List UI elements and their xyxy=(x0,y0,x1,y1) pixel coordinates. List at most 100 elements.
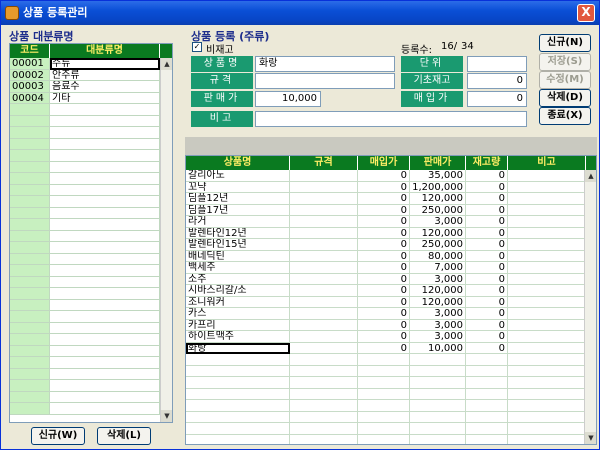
product-cell-note[interactable] xyxy=(508,400,586,412)
product-cell-sell[interactable] xyxy=(410,400,466,412)
exit-button[interactable]: 종료(X) xyxy=(539,107,591,125)
product-cell-stock[interactable]: 0 xyxy=(466,239,508,251)
product-cell-spec[interactable] xyxy=(290,181,358,193)
product-cell-stock[interactable]: 0 xyxy=(466,216,508,228)
product-cell-sell[interactable]: 35,000 xyxy=(410,170,466,182)
category-row[interactable] xyxy=(10,357,172,369)
product-cell-sell[interactable] xyxy=(410,423,466,435)
product-cell-note[interactable] xyxy=(508,262,586,274)
category-row[interactable] xyxy=(10,196,172,208)
product-row[interactable]: 하이트맥주 0 3,000 0 xyxy=(186,331,596,343)
product-cell-spec[interactable] xyxy=(290,285,358,297)
category-row[interactable] xyxy=(10,242,172,254)
product-cell-name[interactable]: 소주 xyxy=(186,273,290,285)
product-cell-note[interactable] xyxy=(508,227,586,239)
product-cell-note[interactable] xyxy=(508,181,586,193)
product-cell-stock[interactable] xyxy=(466,388,508,400)
no-stock-checkbox[interactable]: ✓ xyxy=(192,42,202,52)
product-cell-sell[interactable] xyxy=(410,354,466,366)
category-cell-name[interactable] xyxy=(50,288,160,300)
title-bar[interactable]: 상품 등록관리 X xyxy=(1,1,599,25)
category-col-code[interactable]: 코드 xyxy=(10,44,50,58)
product-cell-buy[interactable]: 0 xyxy=(358,216,410,228)
category-cell-name[interactable] xyxy=(50,345,160,357)
category-cell-code[interactable] xyxy=(10,219,50,231)
product-cell-buy[interactable]: 0 xyxy=(358,285,410,297)
category-row[interactable] xyxy=(10,230,172,242)
category-cell-code[interactable]: 00003 xyxy=(10,81,50,93)
category-cell-code[interactable]: 00002 xyxy=(10,69,50,81)
product-row[interactable]: 화랑 0 10,000 0 xyxy=(186,342,596,354)
category-row[interactable] xyxy=(10,138,172,150)
category-row[interactable]: 00002 안주류 xyxy=(10,69,172,81)
product-cell-buy[interactable] xyxy=(358,400,410,412)
category-cell-code[interactable] xyxy=(10,138,50,150)
product-cell-buy[interactable]: 0 xyxy=(358,239,410,251)
product-grid[interactable]: 상품명 규격 매입가 판매가 재고량 비고 갈리아노 0 35,000 0 꼬냑 0 1,2… xyxy=(185,155,597,445)
category-cell-name[interactable] xyxy=(50,276,160,288)
category-cell-name[interactable] xyxy=(50,334,160,346)
product-row[interactable]: 갈리아노 0 35,000 0 xyxy=(186,170,596,182)
product-cell-note[interactable] xyxy=(508,239,586,251)
product-cell-note[interactable] xyxy=(508,273,586,285)
category-row[interactable] xyxy=(10,345,172,357)
product-cell-stock[interactable] xyxy=(466,411,508,423)
product-cell-sell[interactable]: 3,000 xyxy=(410,331,466,343)
category-cell-name[interactable] xyxy=(50,265,160,277)
category-cell-code[interactable]: 00004 xyxy=(10,92,50,104)
category-row[interactable]: 00001 주류 xyxy=(10,58,172,70)
product-cell-stock[interactable]: 0 xyxy=(466,342,508,354)
product-cell-note[interactable] xyxy=(508,354,586,366)
product-cell-name[interactable]: 배네딕틴 xyxy=(186,250,290,262)
category-row[interactable]: 00004 기타 xyxy=(10,92,172,104)
product-row[interactable]: 발렌타인15년 0 250,000 0 xyxy=(186,239,596,251)
category-cell-code[interactable] xyxy=(10,403,50,415)
category-row[interactable]: 00003 음료수 xyxy=(10,81,172,93)
category-cell-name[interactable]: 음료수 xyxy=(50,81,160,93)
product-cell-stock[interactable]: 0 xyxy=(466,273,508,285)
product-row[interactable]: 딤플17년 0 250,000 0 xyxy=(186,204,596,216)
category-row[interactable] xyxy=(10,207,172,219)
product-cell-spec[interactable] xyxy=(290,273,358,285)
product-row[interactable]: 딤플12년 0 120,000 0 xyxy=(186,193,596,205)
category-cell-name[interactable] xyxy=(50,196,160,208)
category-row[interactable] xyxy=(10,115,172,127)
category-cell-code[interactable] xyxy=(10,253,50,265)
category-cell-name[interactable] xyxy=(50,173,160,185)
product-cell-buy[interactable]: 0 xyxy=(358,227,410,239)
product-cell-spec[interactable] xyxy=(290,434,358,444)
product-row[interactable] xyxy=(186,388,596,400)
product-cell-name[interactable] xyxy=(186,434,290,444)
category-row[interactable] xyxy=(10,334,172,346)
product-cell-stock[interactable]: 0 xyxy=(466,181,508,193)
product-cell-name[interactable]: 하이트맥주 xyxy=(186,331,290,343)
category-row[interactable] xyxy=(10,184,172,196)
product-cell-buy[interactable] xyxy=(358,354,410,366)
category-row[interactable] xyxy=(10,311,172,323)
product-cell-name[interactable]: 딤플12년 xyxy=(186,193,290,205)
product-cell-name[interactable]: 화랑 xyxy=(186,342,290,354)
product-cell-stock[interactable]: 0 xyxy=(466,319,508,331)
product-row[interactable] xyxy=(186,377,596,389)
product-cell-spec[interactable] xyxy=(290,239,358,251)
product-cell-stock[interactable] xyxy=(466,434,508,444)
product-row[interactable]: 꼬냑 0 1,200,000 0 xyxy=(186,181,596,193)
product-row[interactable] xyxy=(186,423,596,435)
product-cell-spec[interactable] xyxy=(290,204,358,216)
product-cell-name[interactable]: 시바스리갈/소 xyxy=(186,285,290,297)
product-cell-buy[interactable]: 0 xyxy=(358,273,410,285)
category-row[interactable] xyxy=(10,276,172,288)
category-cell-code[interactable] xyxy=(10,368,50,380)
product-cell-buy[interactable] xyxy=(358,434,410,444)
category-cell-name[interactable] xyxy=(50,150,160,162)
category-row[interactable] xyxy=(10,368,172,380)
product-row[interactable] xyxy=(186,411,596,423)
category-cell-name[interactable] xyxy=(50,380,160,392)
product-cell-spec[interactable] xyxy=(290,319,358,331)
product-row[interactable] xyxy=(186,354,596,366)
product-cell-note[interactable] xyxy=(508,170,586,182)
product-cell-stock[interactable]: 0 xyxy=(466,227,508,239)
product-cell-name[interactable]: 카스 xyxy=(186,308,290,320)
product-cell-buy[interactable]: 0 xyxy=(358,308,410,320)
product-row[interactable]: 카프리 0 3,000 0 xyxy=(186,319,596,331)
